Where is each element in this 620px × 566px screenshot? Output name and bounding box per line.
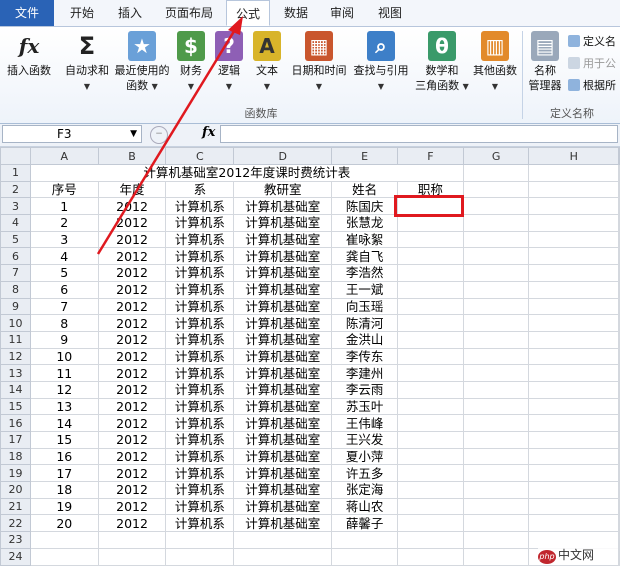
php-logo-icon: php	[538, 550, 556, 564]
annotation-arrow	[96, 16, 243, 255]
watermark: php 中文网	[538, 546, 618, 564]
watermark-text: 中文网	[558, 548, 595, 562]
